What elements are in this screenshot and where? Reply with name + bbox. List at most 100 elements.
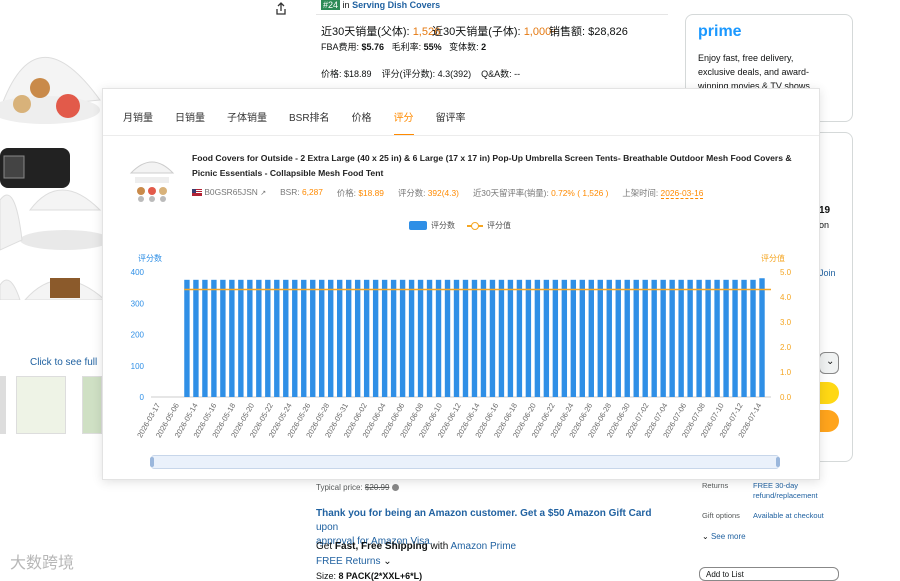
external-link-icon[interactable]: ↗ — [260, 190, 266, 197]
listed-value: 2026-03-16 — [660, 188, 704, 199]
rating-label: 评分数: — [397, 188, 426, 198]
chart-bar — [534, 279, 541, 397]
review-rate-label: 近30天留评率(销量): — [472, 188, 549, 198]
product-image-area[interactable] — [0, 0, 110, 301]
chart-bar — [525, 279, 532, 397]
chevron-down-icon: ⌄ — [383, 556, 392, 567]
join-link[interactable]: Join — [819, 268, 836, 278]
chart-bar — [579, 279, 585, 397]
chart-bar — [741, 279, 747, 397]
price-value: $18.89 — [358, 188, 384, 198]
stat-label: 近30天销量(父体): — [321, 26, 410, 38]
y-tick-left: 200 — [131, 331, 145, 340]
y-tick-right: 2.0 — [780, 343, 792, 352]
slider-handle-right[interactable] — [776, 457, 780, 467]
watermark-logo: 大数跨境 — [10, 549, 74, 573]
typical-price: Typical price: $20.99 — [316, 483, 399, 492]
chart-bar — [426, 279, 433, 397]
thumbnail[interactable] — [82, 376, 102, 434]
review-rate-value: 0.72% ( 1,526 ) — [551, 188, 609, 198]
thumbnail[interactable] — [0, 376, 6, 434]
shipping-with: with — [430, 541, 449, 552]
chart-bar — [705, 279, 711, 397]
chart-bar — [184, 279, 190, 397]
rank-category-link[interactable]: Serving Dish Covers — [352, 0, 440, 10]
promo-upon[interactable]: upon — [316, 522, 338, 533]
chart-bar — [597, 279, 603, 397]
y-tick-right: 5.0 — [780, 268, 792, 277]
shipping-info: Get Fast, Free Shipping with Amazon Prim… — [316, 541, 516, 552]
thumbnail[interactable] — [16, 376, 66, 434]
product-thumbnail[interactable] — [129, 151, 175, 203]
free-returns-link[interactable]: FREE Returns — [316, 556, 380, 567]
product-title: Food Covers for Outside - 2 Extra Large … — [192, 153, 792, 178]
tab-daily-sales[interactable]: 日销量 — [175, 109, 205, 136]
us-flag-icon — [192, 189, 202, 197]
listed-label: 上架时间: — [622, 188, 659, 198]
chart-bar — [660, 279, 666, 397]
chart-bar — [247, 279, 253, 397]
stat-label: Q&A数: — [481, 69, 512, 79]
chart-tabs: 月销量 日销量 子体销量 BSR排名 价格 评分 留评率 — [123, 109, 488, 136]
legend-item-rating-value[interactable]: 评分值 — [467, 220, 511, 231]
price-label: 价格: — [336, 188, 356, 198]
chart-bar — [381, 279, 388, 397]
visa-promo-link[interactable]: Thank you for being an Amazon customer. … — [316, 508, 651, 519]
gift-options-value: Available at checkout — [753, 511, 824, 520]
y-tick-right: 1.0 — [780, 368, 792, 377]
chart-range-slider[interactable] — [150, 455, 780, 469]
prime-logo: prime — [698, 23, 742, 40]
tab-rating[interactable]: 评分 — [393, 109, 414, 136]
returns-value[interactable]: FREE 30-day refund/replacement — [753, 481, 843, 501]
chart-bar — [345, 279, 352, 397]
chart-bar — [211, 279, 217, 397]
tab-monthly-sales[interactable]: 月销量 — [123, 109, 153, 136]
see-more-toggle[interactable]: ⌄ See more — [702, 532, 746, 541]
returns-label: Returns — [702, 481, 729, 490]
bsr-label: BSR: — [280, 187, 300, 197]
chart-bar — [193, 279, 199, 397]
size-value: 8 PACK(2*XXL+6*L) — [338, 571, 423, 581]
chart-bar — [462, 279, 469, 397]
chart-bar — [444, 279, 451, 397]
rating-chart: 评分数 评分值01002003004000.01.02.03.04.05.0202… — [131, 253, 792, 439]
typical-price-label: Typical price: — [316, 483, 363, 492]
tab-review-rate[interactable]: 留评率 — [436, 109, 466, 136]
share-icon[interactable] — [274, 2, 288, 16]
stat-value: 55% — [423, 42, 442, 52]
tab-divider — [103, 135, 819, 136]
chart-bar — [489, 279, 496, 397]
chart-bar — [606, 279, 612, 397]
stats-row-1b: 近30天销量(子体): 1,000+ — [432, 23, 558, 39]
chart-bar — [543, 279, 550, 397]
stat-value: $18.89 — [344, 69, 372, 79]
chart-bar — [256, 279, 262, 397]
chart-bar — [220, 279, 226, 397]
amazon-prime-link[interactable]: Amazon Prime — [451, 541, 517, 552]
stat-label: FBA费用: — [321, 42, 360, 52]
shipping-prefix: Get — [316, 541, 333, 552]
divider — [316, 14, 668, 15]
tab-variant-sales[interactable]: 子体销量 — [227, 109, 267, 136]
chart-bar — [337, 279, 343, 397]
chart-bar — [435, 279, 442, 397]
info-icon[interactable] — [391, 484, 399, 492]
click-to-see-full-link[interactable]: Click to see full — [30, 357, 97, 368]
slider-handle-left[interactable] — [150, 457, 154, 467]
chart-bar — [633, 279, 639, 397]
bsr-value: 6,287 — [301, 187, 323, 197]
chart-bar — [328, 279, 334, 397]
legend-item-rating-count[interactable]: 评分数 — [409, 220, 455, 231]
chart-bar — [669, 279, 675, 397]
chart-bar — [588, 279, 594, 397]
chart-bar — [283, 279, 289, 397]
shipping-bold: Fast, Free Shipping — [334, 541, 428, 552]
see-more-label[interactable]: See more — [711, 532, 746, 541]
quantity-select[interactable]: ⌄ — [819, 352, 839, 374]
tab-bsr-rank[interactable]: BSR排名 — [289, 109, 330, 136]
stats-row-1: 近30天销量(父体): 1,526 — [321, 23, 440, 39]
free-returns[interactable]: FREE Returns ⌄ — [316, 556, 392, 567]
tab-price[interactable]: 价格 — [352, 109, 372, 136]
category-rank: #24 in Serving Dish Covers — [321, 0, 440, 10]
add-to-list-button[interactable]: Add to List — [699, 567, 839, 581]
